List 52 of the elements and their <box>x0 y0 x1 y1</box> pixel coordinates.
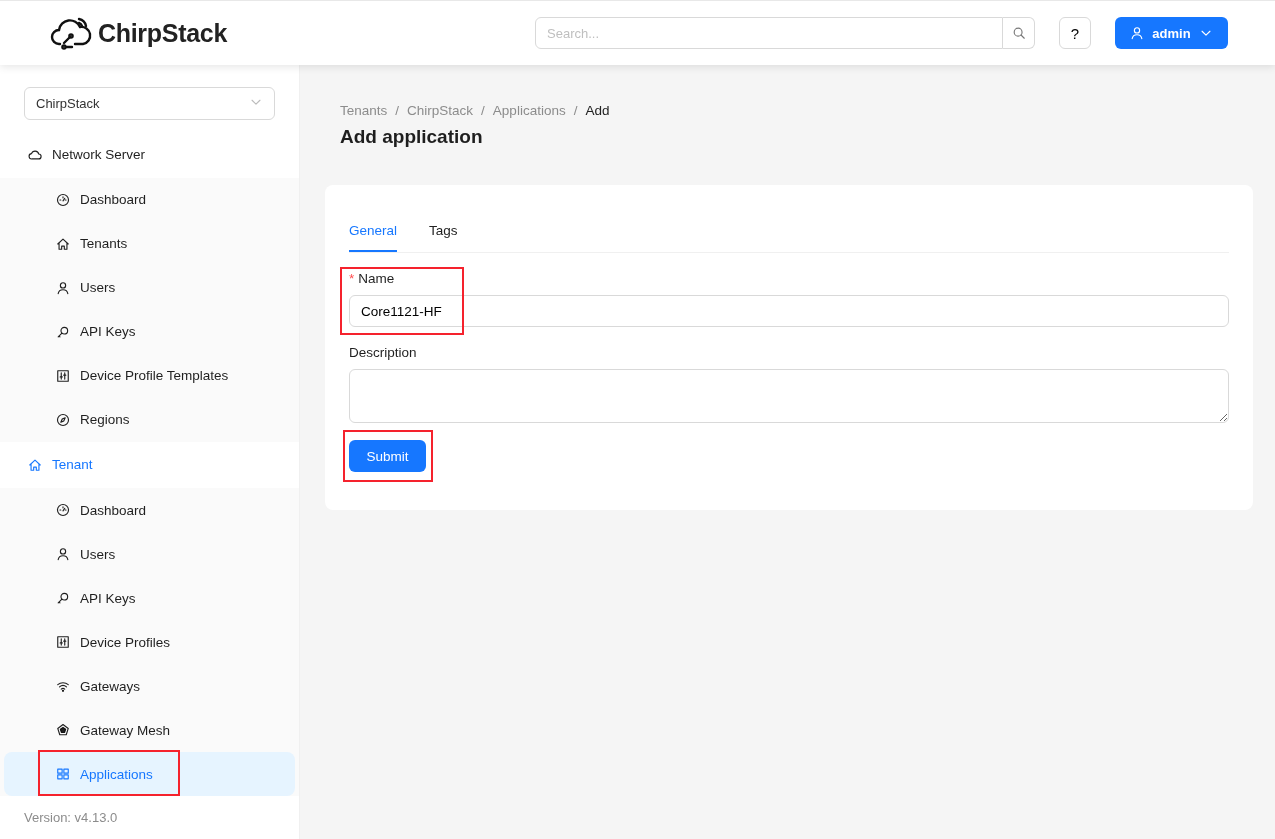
house-icon <box>28 457 42 472</box>
key-icon <box>56 591 70 605</box>
breadcrumb-separator: / <box>481 103 485 118</box>
search-field[interactable]: Search... <box>535 17 1003 49</box>
menu-group-header[interactable]: Tenant <box>0 441 299 488</box>
description-field[interactable] <box>349 369 1229 423</box>
page-title: Add application <box>340 126 484 148</box>
field-label: Name <box>358 271 395 286</box>
tab[interactable]: General <box>349 213 398 252</box>
grid-icon <box>56 767 70 781</box>
cloud-icon <box>28 147 42 162</box>
sidebar-menu-item[interactable]: Device Profiles <box>4 620 295 664</box>
help-button[interactable]: ? <box>1059 17 1091 49</box>
tenant-select[interactable]: ChirpStack <box>24 87 275 120</box>
sidebar-menu-item[interactable]: Gateway Mesh <box>4 708 295 752</box>
sidebar-menu-item[interactable]: Gateways <box>4 664 295 708</box>
key-icon <box>56 324 70 339</box>
sidebar-menu-item[interactable]: Device Profile Templates <box>4 353 295 398</box>
compass-icon <box>56 412 70 427</box>
cloud-logo-icon <box>50 16 94 50</box>
user-menu-button[interactable]: admin <box>1115 17 1228 49</box>
sidebar-menu-item[interactable]: Users <box>4 532 295 576</box>
name-input-field[interactable]: Core1121-HF <box>349 295 1229 327</box>
gauge-icon <box>56 192 70 207</box>
user-icon <box>56 280 70 295</box>
submit-button[interactable]: Submit <box>349 440 426 472</box>
sidebar-menu-item[interactable]: Dashboard <box>4 177 295 222</box>
tab[interactable]: Tags <box>429 213 458 252</box>
sliders-icon <box>56 635 70 649</box>
sidebar-menu-item[interactable]: Applications <box>4 752 295 796</box>
sidebar-menu-item[interactable]: Users <box>4 265 295 310</box>
menu-group-header[interactable]: Network Server <box>0 131 299 178</box>
required-asterisk: * <box>349 271 355 286</box>
wifi-icon <box>56 679 70 693</box>
search-button[interactable] <box>1003 17 1035 49</box>
version-text: Version: v4.13.0 <box>23 809 119 827</box>
sidebar-menu-item[interactable]: API Keys <box>4 576 295 620</box>
field-label: Description <box>349 345 417 360</box>
sidebar-menu-item[interactable]: Dashboard <box>4 488 295 532</box>
sidebar-menu-item[interactable]: Regions <box>4 397 295 442</box>
search-icon <box>1011 26 1026 40</box>
logo-wordmark: ChirpStack <box>98 18 227 48</box>
house-icon <box>56 236 70 251</box>
breadcrumb-separator: / <box>573 103 578 118</box>
user-icon <box>1130 26 1145 40</box>
sidebar-menu-item[interactable]: API Keys <box>4 309 295 354</box>
pentagon-icon <box>56 723 70 737</box>
sidebar-menu-item[interactable]: Tenants <box>4 221 295 266</box>
gauge-icon <box>56 503 70 517</box>
breadcrumb-separator: / <box>395 103 400 118</box>
user-icon <box>56 547 70 561</box>
sliders-icon <box>56 368 70 383</box>
